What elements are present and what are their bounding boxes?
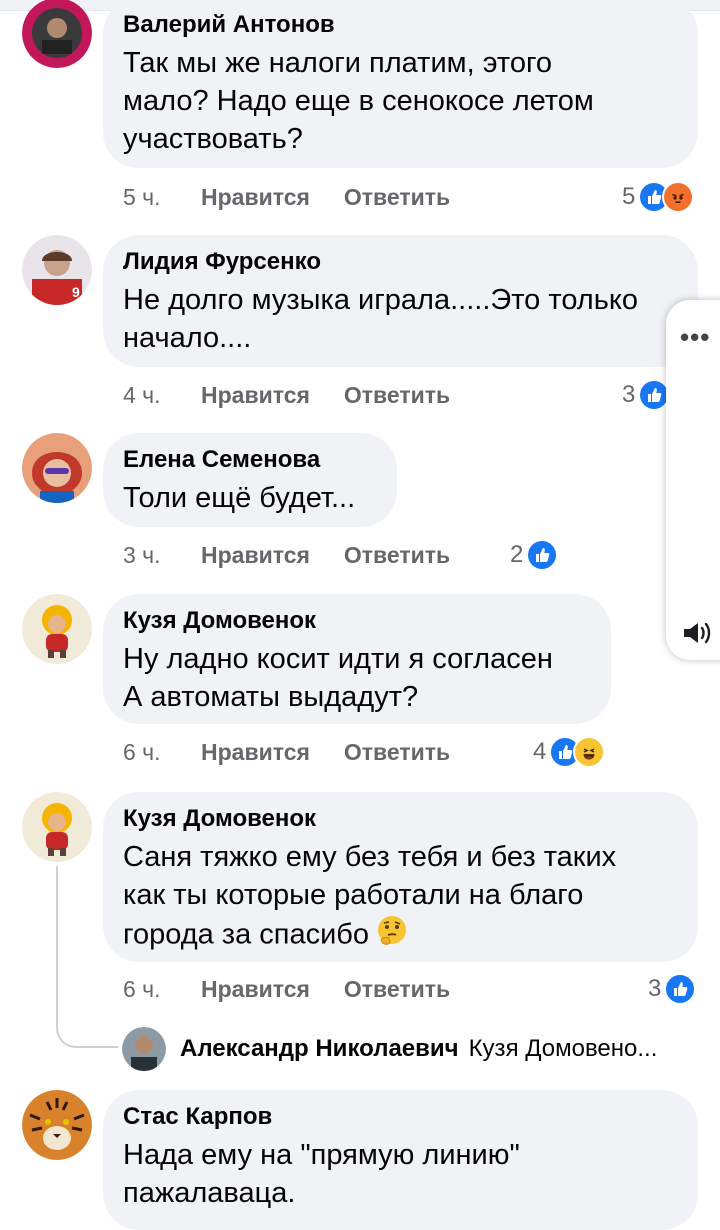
like-button[interactable]: Нравится	[201, 976, 310, 1003]
reply-snippet: Кузя Домовено...	[468, 1035, 658, 1062]
reaction-summary[interactable]: 3	[648, 972, 697, 1006]
thinking-face-icon	[375, 914, 409, 958]
avatar[interactable]: 9	[22, 235, 92, 305]
comment-author[interactable]: Лидия Фурсенко	[123, 247, 676, 277]
like-button[interactable]: Нравится	[201, 382, 310, 409]
comment-bubble: Елена Семенова Толи ещё будет...	[103, 433, 397, 527]
haha-icon	[573, 736, 606, 768]
comment-author[interactable]: Кузя Домовенок	[123, 606, 589, 636]
reaction-count: 3	[622, 381, 636, 408]
reaction-summary[interactable]: 2	[510, 538, 559, 572]
like-icon	[664, 973, 697, 1005]
comment-text-line: Так мы же налоги платим, этого	[123, 47, 553, 79]
reply-button[interactable]: Ответить	[344, 542, 450, 569]
like-icon	[526, 539, 559, 571]
comment-bubble: Валерий Антонов Так мы же налоги платим,…	[103, 0, 698, 168]
comment-text-line: города за спасибо	[123, 918, 370, 951]
angry-icon	[662, 181, 695, 213]
comment-actions: 5 ч. Нравится Ответить	[123, 180, 450, 214]
comment-text-line-with-emoji: города за спасибо	[123, 914, 676, 958]
reaction-summary[interactable]: 5	[622, 180, 695, 214]
reply-button[interactable]: Ответить	[344, 739, 450, 766]
comment-text-line: Нада ему на "прямую линию"	[123, 1139, 520, 1171]
comment-text-line: Не долго музыка играла.....Это только	[123, 284, 638, 316]
comment-author[interactable]: Кузя Домовенок	[123, 804, 676, 834]
comment-author[interactable]: Стас Карпов	[123, 1102, 676, 1132]
reply-preview[interactable]: Александр Николаевич Кузя Домовено...	[122, 1024, 657, 1074]
comment-text-line: Толи ещё будет...	[123, 482, 356, 514]
like-button[interactable]: Нравится	[201, 184, 310, 211]
comment-bubble: Лидия Фурсенко Не долго музыка играла...…	[103, 235, 698, 367]
like-button[interactable]: Нравится	[201, 542, 310, 569]
avatar[interactable]	[22, 594, 92, 664]
avatar[interactable]	[122, 1027, 166, 1071]
comment-time[interactable]: 6 ч.	[123, 976, 177, 1003]
reaction-count: 4	[533, 738, 547, 765]
comment-text-line: Саня тяжко ему без тебя и без таких	[123, 841, 617, 873]
reaction-summary[interactable]: 3	[622, 378, 671, 412]
comment-time[interactable]: 5 ч.	[123, 184, 177, 211]
floating-side-panel: •••	[666, 300, 720, 660]
avatar[interactable]	[22, 433, 92, 503]
comment-text-line: А автоматы выдадут?	[123, 681, 419, 713]
speaker-icon[interactable]	[680, 616, 714, 655]
comment-actions: 4 ч. Нравится Ответить	[123, 378, 450, 412]
reply-button[interactable]: Ответить	[344, 976, 450, 1003]
reaction-count: 3	[648, 975, 662, 1002]
reaction-count: 2	[510, 541, 524, 568]
comment-text-line: участвовать?	[123, 123, 303, 155]
comment-text-line: мало? Надо еще в сенокосе летом	[123, 85, 594, 117]
comment-actions: 3 ч. Нравится Ответить	[123, 538, 450, 572]
comment-text-line: Ну ладно косит идти я согласен	[123, 643, 553, 675]
comment-author[interactable]: Валерий Антонов	[123, 10, 676, 40]
reply-button[interactable]: Ответить	[344, 382, 450, 409]
more-dots-icon[interactable]: •••	[680, 322, 710, 353]
reaction-count: 5	[622, 183, 636, 210]
like-button[interactable]: Нравится	[201, 739, 310, 766]
avatar[interactable]	[22, 1090, 92, 1160]
comment-time[interactable]: 6 ч.	[123, 739, 177, 766]
reply-author[interactable]: Александр Николаевич	[180, 1035, 459, 1063]
reply-button[interactable]: Ответить	[344, 184, 450, 211]
comment-actions: 6 ч. Нравится Ответить	[123, 972, 450, 1006]
avatar[interactable]	[22, 792, 92, 862]
comment-bubble: Кузя Домовенок Ну ладно косит идти я сог…	[103, 594, 611, 724]
comment-text-line: как ты которые работали на благо	[123, 879, 584, 911]
comment-author[interactable]: Елена Семенова	[123, 445, 375, 475]
avatar[interactable]	[22, 0, 92, 68]
comment-time[interactable]: 3 ч.	[123, 542, 177, 569]
comment-text-line: начало....	[123, 322, 252, 354]
svg-text:9: 9	[72, 284, 80, 300]
comment-text-line: пажалаваца.	[123, 1177, 296, 1209]
comment-bubble: Стас Карпов Нада ему на "прямую линию" п…	[103, 1090, 698, 1230]
comment-actions: 6 ч. Нравится Ответить	[123, 735, 450, 769]
reaction-summary[interactable]: 4	[533, 735, 606, 769]
comment-time[interactable]: 4 ч.	[123, 382, 177, 409]
comment-bubble: Кузя Домовенок Саня тяжко ему без тебя и…	[103, 792, 698, 962]
